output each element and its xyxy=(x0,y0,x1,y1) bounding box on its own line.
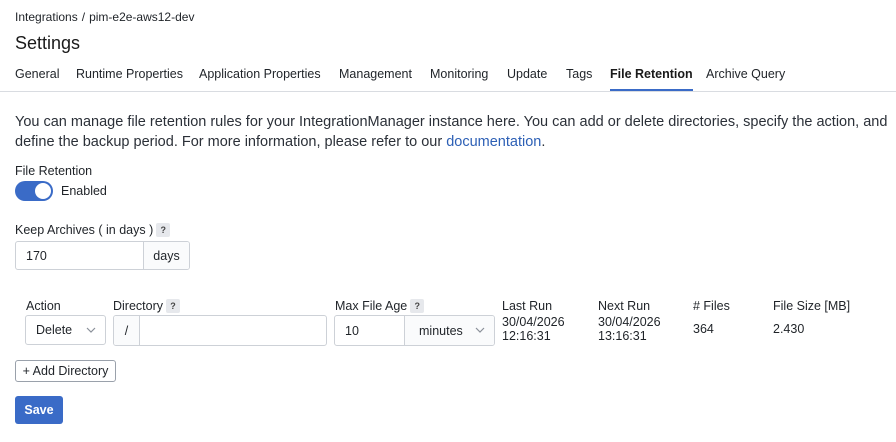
column-max-file-age-text: Max File Age xyxy=(335,299,408,313)
column-last-run: Last Run xyxy=(502,299,553,313)
directory-group: / xyxy=(113,315,327,346)
directory-prefix: / xyxy=(114,316,140,345)
column-directory: Directory? xyxy=(113,299,181,313)
column-next-run: Next Run xyxy=(598,299,651,313)
column-max-file-age: Max File Age? xyxy=(335,299,425,313)
next-run-date: 30/04/2026 xyxy=(598,315,661,329)
max-file-age-help-icon[interactable]: ? xyxy=(410,299,425,313)
column-file-size: File Size [MB] xyxy=(773,299,851,313)
keep-archives-group: days xyxy=(15,241,190,270)
add-directory-button[interactable]: + Add Directory xyxy=(15,360,116,382)
last-run-time: 12:16:31 xyxy=(502,329,551,343)
tab-monitoring[interactable]: Monitoring xyxy=(430,67,488,91)
tab-bar: General Runtime Properties Application P… xyxy=(0,62,896,92)
tab-update[interactable]: Update xyxy=(507,67,547,91)
tab-archive-query[interactable]: Archive Query xyxy=(706,67,785,91)
max-file-age-group: minutes xyxy=(334,315,495,346)
tab-general[interactable]: General xyxy=(15,67,59,91)
directory-help-icon[interactable]: ? xyxy=(166,299,181,313)
max-file-age-unit-value: minutes xyxy=(419,323,463,338)
chevron-down-icon xyxy=(86,327,96,333)
tab-runtime-properties[interactable]: Runtime Properties xyxy=(76,67,183,91)
max-file-age-input[interactable] xyxy=(335,316,404,345)
keep-archives-input[interactable] xyxy=(16,242,143,269)
last-run-value: 30/04/2026 12:16:31 xyxy=(502,315,565,343)
action-select[interactable]: Delete xyxy=(25,315,106,345)
breadcrumb-current: pim-e2e-aws12-dev xyxy=(89,10,195,24)
tab-management[interactable]: Management xyxy=(339,67,412,91)
keep-archives-label-text: Keep Archives ( in days ) xyxy=(15,223,154,237)
max-file-age-unit-select[interactable]: minutes xyxy=(404,316,494,345)
page-title: Settings xyxy=(15,33,81,53)
directory-input[interactable] xyxy=(140,316,326,345)
action-select-value: Delete xyxy=(36,323,73,337)
tab-file-retention[interactable]: File Retention xyxy=(610,67,693,91)
tab-application-properties[interactable]: Application Properties xyxy=(199,67,321,91)
description: You can manage file retention rules for … xyxy=(15,112,890,152)
breadcrumb-root-link[interactable]: Integrations xyxy=(15,10,78,24)
keep-archives-unit: days xyxy=(143,242,189,269)
documentation-link[interactable]: documentation xyxy=(446,134,541,150)
breadcrumb-separator: / xyxy=(81,10,86,24)
toggle-knob xyxy=(35,183,51,199)
file-size-value: 2.430 xyxy=(773,322,805,336)
next-run-time: 13:16:31 xyxy=(598,329,647,343)
keep-archives-help-icon[interactable]: ? xyxy=(156,223,171,237)
keep-archives-label: Keep Archives ( in days )? xyxy=(15,223,171,237)
chevron-down-icon xyxy=(475,327,485,333)
file-retention-toggle-label: Enabled xyxy=(61,184,107,198)
breadcrumb: Integrations / pim-e2e-aws12-dev xyxy=(15,10,194,24)
save-button[interactable]: Save xyxy=(15,396,63,424)
file-retention-toggle[interactable] xyxy=(15,181,53,201)
last-run-date: 30/04/2026 xyxy=(502,315,565,329)
column-action: Action xyxy=(26,299,61,313)
column-directory-text: Directory xyxy=(113,299,164,313)
description-suffix: . xyxy=(541,134,546,150)
tab-tags[interactable]: Tags xyxy=(566,67,592,91)
files-count: 364 xyxy=(693,322,714,336)
column-files: # Files xyxy=(693,299,730,313)
next-run-value: 30/04/2026 13:16:31 xyxy=(598,315,661,343)
file-retention-label: File Retention xyxy=(15,164,93,178)
